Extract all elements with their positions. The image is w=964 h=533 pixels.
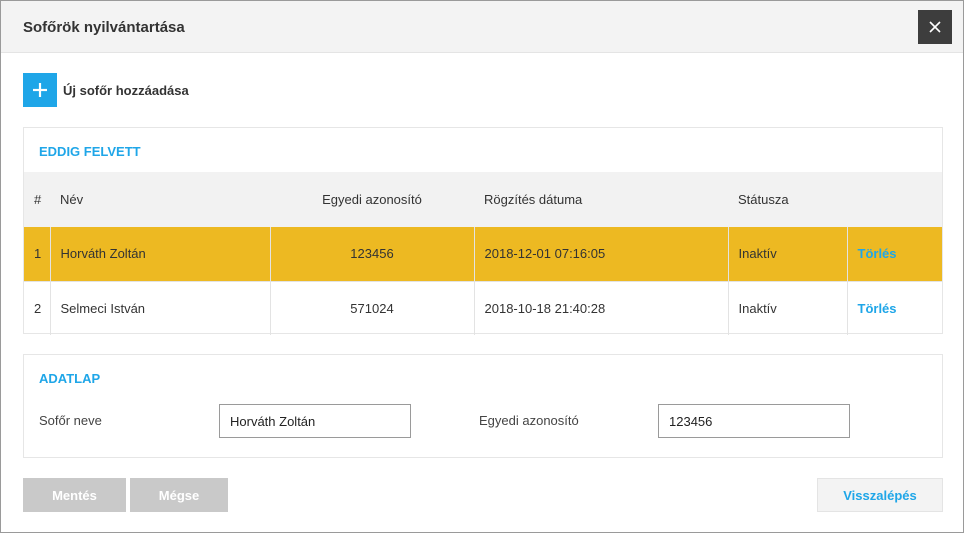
add-driver-label: Új sofőr hozzáadása — [63, 82, 189, 98]
driver-name-label: Sofőr neve — [39, 413, 102, 428]
drivers-list-panel: EDDIG FELVETT # Név Egyedi azonosító Rög… — [23, 127, 943, 335]
datasheet-panel: ADATLAP Sofőr neve Egyedi azonosító — [23, 354, 943, 458]
column-header-action — [847, 172, 942, 227]
column-header-name: Név — [50, 172, 270, 227]
drivers-table: # Név Egyedi azonosító Rögzítés dátuma S… — [24, 172, 942, 335]
dialog-title: Sofőrök nyilvántartása — [23, 19, 185, 36]
back-button[interactable]: Visszalépés — [817, 478, 943, 512]
driver-name-input[interactable] — [219, 404, 411, 438]
cancel-button[interactable]: Mégse — [130, 478, 228, 512]
column-header-index: # — [24, 172, 50, 227]
row-id: 123456 — [270, 227, 475, 281]
column-header-status: Státusza — [728, 172, 847, 227]
add-driver-button[interactable]: Új sofőr hozzáadása — [23, 73, 189, 107]
row-date: 2018-10-18 21:40:28 — [474, 280, 729, 335]
dialog-header: Sofőrök nyilvántartása — [1, 1, 963, 53]
table-row[interactable]: 1 Horváth Zoltán 123456 2018-12-01 07:16… — [24, 227, 942, 281]
delete-link[interactable]: Törlés — [858, 301, 897, 316]
save-button[interactable]: Mentés — [23, 478, 126, 512]
unique-id-input[interactable] — [658, 404, 850, 438]
column-header-date: Rögzítés dátuma — [474, 172, 728, 227]
table-row[interactable]: 2 Selmeci István 571024 2018-10-18 21:40… — [24, 280, 942, 335]
column-header-id: Egyedi azonosító — [270, 172, 474, 227]
drivers-dialog: Sofőrök nyilvántartása Új sofőr hozzáadá… — [0, 0, 964, 533]
datasheet-title: ADATLAP — [39, 371, 101, 386]
row-status: Inaktív — [728, 280, 848, 335]
close-button[interactable] — [918, 10, 952, 44]
delete-link[interactable]: Törlés — [858, 246, 897, 261]
close-icon — [929, 21, 941, 33]
table-header-row: # Név Egyedi azonosító Rögzítés dátuma S… — [24, 172, 942, 227]
plus-icon — [23, 73, 57, 107]
list-title: EDDIG FELVETT — [39, 144, 141, 159]
row-name: Selmeci István — [50, 280, 271, 335]
row-name: Horváth Zoltán — [50, 227, 271, 281]
row-status: Inaktív — [728, 227, 848, 281]
unique-id-label: Egyedi azonosító — [479, 413, 579, 428]
row-index: 1 — [24, 227, 51, 281]
row-date: 2018-12-01 07:16:05 — [474, 227, 729, 281]
row-id: 571024 — [270, 280, 475, 335]
row-index: 2 — [24, 280, 51, 335]
